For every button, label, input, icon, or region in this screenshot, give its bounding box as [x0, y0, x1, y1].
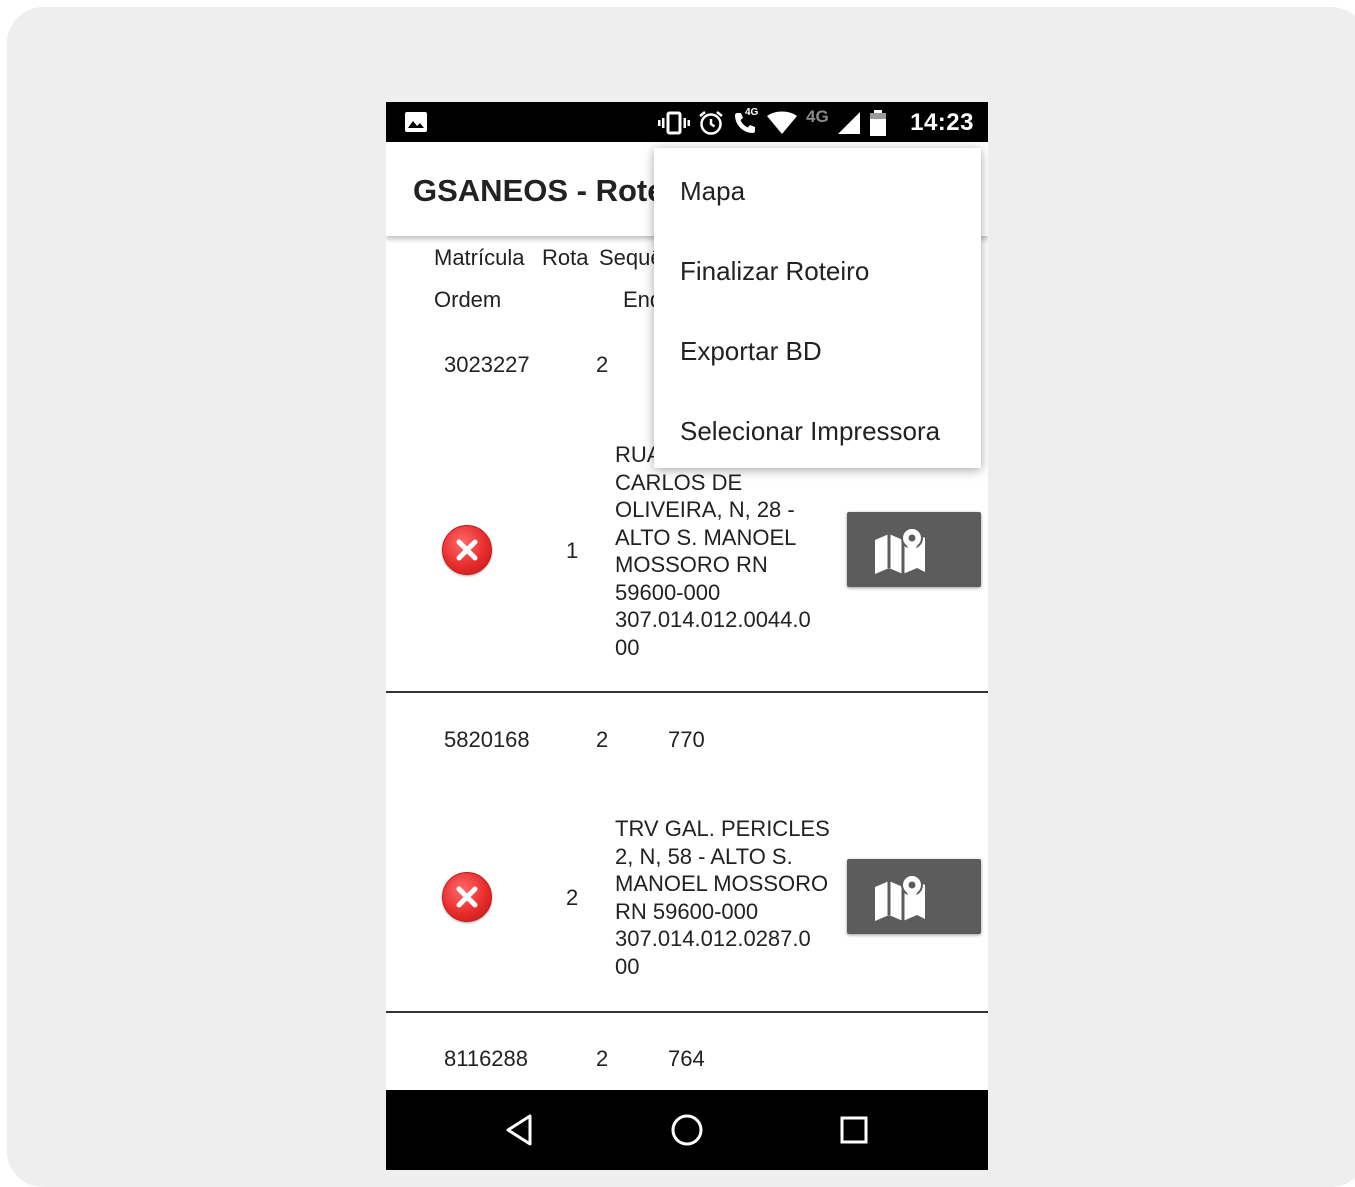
row-divider [386, 1011, 988, 1013]
row-matricula: 8116288 [444, 1046, 529, 1071]
alarm-icon [699, 111, 723, 135]
map-button[interactable] [847, 512, 981, 587]
row-address: TRV GAL. PERICLES 2, N, 58 - ALTO S. MAN… [615, 815, 830, 980]
header-matricula: Matrícula [434, 245, 525, 270]
recents-icon[interactable] [834, 1110, 874, 1150]
image-icon [405, 112, 427, 132]
navigation-bar [386, 1090, 988, 1170]
status-icons: 4G 4G [658, 107, 887, 137]
clock: 14:23 [910, 109, 974, 136]
phone-screen: 4G 4G 14:23 GSANEOS - Roteiro Matrícula … [386, 102, 988, 1170]
status-error-icon[interactable] [442, 872, 492, 922]
back-icon[interactable] [500, 1110, 540, 1150]
signal-icon [837, 112, 860, 134]
row-address: RUA CARLOS DE OLIVEIRA, N, 28 - ALTO S. … [615, 441, 811, 661]
address-line: 59600-000 [615, 579, 721, 605]
map-icon [875, 528, 925, 574]
row-ordem: 1 [566, 538, 579, 563]
row-ordem: 2 [566, 885, 579, 910]
map-button[interactable] [847, 859, 981, 934]
call-badge: 4G [745, 107, 759, 118]
map-icon [875, 875, 925, 921]
address-line: 00 [615, 953, 640, 979]
address-line: 307.014.012.0044.0 [615, 607, 811, 632]
address-line: MOSSORO RN [615, 552, 768, 577]
address-line: 00 [615, 634, 640, 660]
vibrate-icon [658, 111, 690, 135]
home-icon[interactable] [667, 1110, 707, 1150]
row-divider [386, 691, 988, 693]
address-line: 307.014.012.0287.0 [615, 926, 811, 951]
address-line: ALTO S. MANOEL [615, 524, 797, 550]
menu-item-selecionar-impressora[interactable]: Selecionar Impressora [680, 416, 940, 447]
address-line: 2, N, 58 - ALTO S. [615, 843, 793, 869]
wifi-call-icon: 4G [732, 107, 759, 136]
address-line: RN 59600-000 [615, 898, 759, 924]
row-sequencia: 770 [668, 727, 705, 752]
header-ordem: Ordem [434, 287, 502, 312]
row-matricula: 3023227 [444, 352, 530, 377]
header-rota: Rota [542, 245, 589, 270]
row-matricula: 5820168 [444, 727, 530, 752]
menu-item-mapa[interactable]: Mapa [680, 176, 745, 207]
row-sequencia: 764 [668, 1046, 705, 1071]
status-error-icon[interactable] [442, 525, 492, 575]
row-rota: 2 [596, 352, 609, 377]
network-type-label: 4G [806, 107, 829, 126]
address-line: TRV GAL. PERICLES [615, 816, 830, 841]
menu-item-finalizar-roteiro[interactable]: Finalizar Roteiro [680, 256, 869, 287]
wifi-icon [767, 111, 797, 134]
address-line: MANOEL MOSSORO [615, 871, 829, 896]
overflow-menu: Mapa Finalizar Roteiro Exportar BD Selec… [654, 148, 981, 468]
address-line: CARLOS DE [615, 469, 743, 495]
row-rota: 2 [596, 1046, 609, 1071]
row-rota: 2 [596, 727, 609, 752]
status-bar: 4G 4G 14:23 [386, 102, 988, 142]
address-line: OLIVEIRA, N, 28 - [615, 497, 795, 522]
menu-item-exportar-bd[interactable]: Exportar BD [680, 336, 822, 367]
battery-icon [869, 110, 886, 136]
